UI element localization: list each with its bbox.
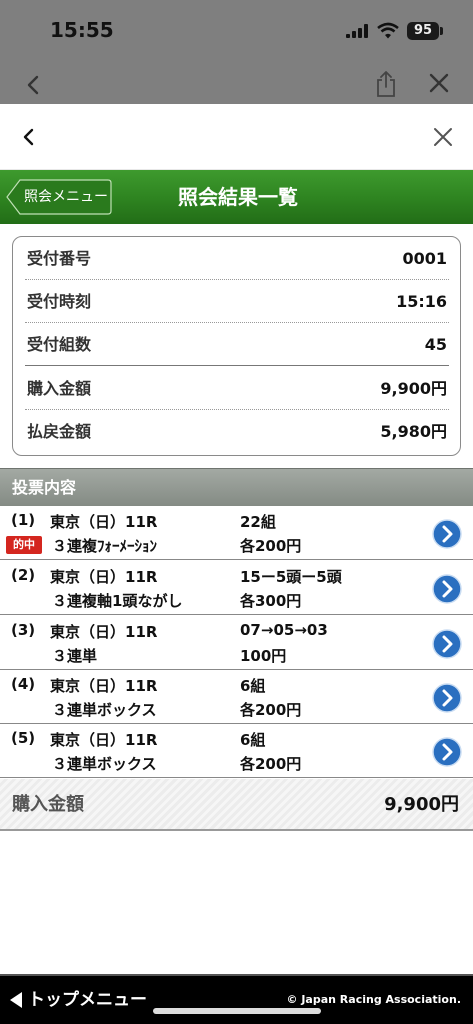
bet-number: (5) (11, 729, 36, 747)
bet-number: (1) (11, 511, 36, 529)
inquiry-menu-button[interactable]: 照会メニュー (6, 179, 112, 215)
payout-amount-label: 払戻金額 (27, 422, 92, 441)
bet-race: 東京（日）11R (50, 623, 158, 641)
bet-type: ３連複ﾌｫｰﾒｰｼｮﾝ (52, 537, 158, 555)
receipt-time-value: 15:16 (396, 292, 447, 311)
total-purchase-value: 9,900円 (384, 794, 459, 815)
bet-row[interactable]: (3) 東京（日）11R ３連単 07→05→03 100円 (0, 616, 473, 670)
bet-number: (3) (11, 621, 36, 639)
receipt-sets-label: 受付組数 (27, 335, 92, 354)
receipt-time-label: 受付時刻 (27, 292, 92, 311)
bet-type: ３連単 (52, 647, 98, 665)
bet-amount: 各200円 (240, 537, 302, 555)
payout-amount-row: 払戻金額 5,980円 (25, 410, 449, 453)
bet-amount: 各200円 (240, 755, 302, 773)
top-menu-label: トップメニュー (28, 990, 147, 1010)
receipt-info-card: 受付番号 0001 受付時刻 15:16 受付組数 45 購入金額 9,900円… (12, 236, 461, 456)
bet-race: 東京（日）11R (50, 513, 158, 531)
battery-level: 95 (407, 22, 439, 40)
browser-close-icon[interactable] (428, 72, 450, 94)
purchase-amount-row: 購入金額 9,900円 (25, 367, 449, 410)
bet-race: 東京（日）11R (50, 568, 158, 586)
status-time: 15:55 (50, 18, 114, 42)
home-indicator[interactable] (153, 1008, 321, 1014)
receipt-number-label: 受付番号 (27, 249, 92, 268)
bet-amount: 各200円 (240, 701, 302, 719)
detail-arrow-icon[interactable] (432, 519, 462, 549)
bet-amount: 100円 (240, 647, 287, 665)
share-icon[interactable] (374, 70, 398, 98)
bets-section-header: 投票内容 (0, 468, 473, 506)
browser-back-icon[interactable] (22, 74, 44, 96)
total-purchase-label: 購入金額 (12, 794, 84, 815)
back-chevron-icon[interactable] (18, 126, 40, 148)
battery-tip (440, 27, 443, 35)
cellular-signal-icon (346, 24, 368, 38)
bet-number: (2) (11, 566, 36, 584)
browser-toolbar (0, 64, 473, 104)
bet-row[interactable]: (1) 的中 東京（日）11R ３連複ﾌｫｰﾒｰｼｮﾝ 22組 各200円 (0, 506, 473, 560)
page-title: 照会結果一覧 (178, 185, 298, 209)
bets-section-title: 投票内容 (12, 478, 77, 497)
close-icon[interactable] (432, 126, 454, 148)
purchase-amount-value: 9,900円 (380, 379, 447, 398)
purchase-amount-label: 購入金額 (27, 379, 92, 398)
detail-arrow-icon[interactable] (432, 574, 462, 604)
bet-type: ３連複軸1頭ながし (52, 592, 183, 610)
bet-combination: 15ー5頭ー5頭 (240, 568, 342, 586)
bet-amount: 各300円 (240, 592, 302, 610)
bet-combination: 6組 (240, 731, 266, 749)
total-purchase-bar: 購入金額 9,900円 (0, 779, 473, 831)
receipt-sets-row: 受付組数 45 (25, 323, 449, 366)
detail-arrow-icon[interactable] (432, 737, 462, 767)
payout-amount-value: 5,980円 (380, 422, 447, 441)
bet-combination: 07→05→03 (240, 621, 328, 639)
receipt-time-row: 受付時刻 15:16 (25, 280, 449, 323)
bet-row[interactable]: (2) 東京（日）11R ３連複軸1頭ながし 15ー5頭ー5頭 各300円 (0, 561, 473, 615)
receipt-sets-value: 45 (424, 335, 447, 354)
bet-row[interactable]: (4) 東京（日）11R ３連単ボックス 6組 各200円 (0, 670, 473, 724)
status-bar: 15:55 95 (0, 0, 473, 64)
hit-badge: 的中 (6, 536, 42, 554)
receipt-number-row: 受付番号 0001 (25, 237, 449, 280)
footer-bar: トップメニュー © Japan Racing Association. (0, 974, 473, 1024)
inquiry-menu-label: 照会メニュー (24, 189, 108, 205)
detail-arrow-icon[interactable] (432, 629, 462, 659)
bet-type: ３連単ボックス (52, 701, 157, 719)
page-nav-bar (0, 104, 473, 170)
bet-row[interactable]: (5) 東京（日）11R ３連単ボックス 6組 各200円 (0, 724, 473, 778)
page-header: 照会メニュー 照会結果一覧 (0, 170, 473, 224)
bet-type: ３連単ボックス (52, 755, 157, 773)
bet-race: 東京（日）11R (50, 731, 158, 749)
left-triangle-icon (10, 992, 22, 1008)
receipt-number-value: 0001 (402, 249, 447, 268)
wifi-icon (377, 22, 399, 39)
detail-arrow-icon[interactable] (432, 683, 462, 713)
bet-race: 東京（日）11R (50, 677, 158, 695)
bet-combination: 22組 (240, 513, 276, 531)
copyright-text: © Japan Racing Association. (286, 993, 462, 1006)
bet-combination: 6組 (240, 677, 266, 695)
bet-number: (4) (11, 675, 36, 693)
